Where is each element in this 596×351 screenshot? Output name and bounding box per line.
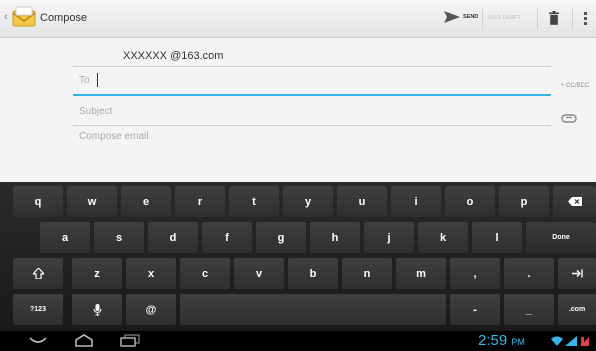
overflow-menu-icon[interactable]	[584, 12, 587, 25]
text-cursor	[97, 73, 98, 87]
soft-keyboard: q w e r t y u i o p a s d f g h j k l Do…	[0, 182, 596, 331]
tab-icon	[571, 269, 583, 278]
save-draft-button[interactable]: SAVE DRAFT	[487, 15, 521, 21]
from-account[interactable]: XXXXXX @163.com	[123, 50, 223, 62]
key-f[interactable]: f	[202, 222, 252, 253]
key-u[interactable]: u	[337, 186, 387, 217]
key-p[interactable]: p	[499, 186, 549, 217]
send-button[interactable]: SEND	[444, 11, 478, 23]
key-c[interactable]: c	[180, 258, 230, 289]
email-app-icon[interactable]	[11, 5, 37, 31]
divider	[482, 8, 483, 30]
key-l[interactable]: l	[472, 222, 522, 253]
clock: 2:59 PM	[478, 332, 525, 349]
key-q[interactable]: q	[13, 186, 63, 217]
space-key[interactable]	[180, 294, 446, 325]
to-field-underline	[73, 94, 551, 96]
up-caret-icon[interactable]: ‹	[4, 11, 8, 23]
at-key[interactable]: @	[126, 294, 176, 325]
dash-key[interactable]: -	[450, 294, 500, 325]
signal-icon	[565, 336, 577, 346]
key-v[interactable]: v	[234, 258, 284, 289]
key-m[interactable]: m	[396, 258, 446, 289]
shift-key[interactable]	[13, 258, 63, 289]
cc-bcc-button[interactable]: + CC/BCC	[561, 83, 589, 89]
key-y[interactable]: y	[283, 186, 333, 217]
subject-field[interactable]: Subject	[79, 106, 112, 117]
key-a[interactable]: a	[40, 222, 90, 253]
back-icon[interactable]	[28, 334, 48, 346]
key-period[interactable]: .	[504, 258, 554, 289]
divider	[572, 8, 573, 30]
send-icon	[444, 11, 460, 23]
recent-apps-icon[interactable]	[120, 334, 140, 347]
system-bar: 2:59 PM	[0, 331, 596, 351]
send-label: SEND	[463, 14, 479, 20]
key-g[interactable]: g	[256, 222, 306, 253]
divider	[73, 125, 551, 126]
backspace-key[interactable]	[553, 186, 596, 217]
key-n[interactable]: n	[342, 258, 392, 289]
trash-icon[interactable]	[549, 11, 559, 25]
key-j[interactable]: j	[364, 222, 414, 253]
screen-title: Compose	[40, 12, 88, 24]
underscore-key[interactable]: _	[504, 294, 554, 325]
done-key[interactable]: Done	[526, 222, 596, 253]
symbols-key[interactable]: ?123	[13, 294, 63, 325]
action-bar: ‹ Compose SEND SAVE DRAFT	[0, 0, 596, 38]
key-o[interactable]: o	[445, 186, 495, 217]
tab-key[interactable]	[558, 258, 596, 289]
dotcom-key[interactable]: .com	[558, 294, 596, 325]
key-x[interactable]: x	[126, 258, 176, 289]
key-t[interactable]: t	[229, 186, 279, 217]
voice-input-key[interactable]	[72, 294, 122, 325]
key-k[interactable]: k	[418, 222, 468, 253]
key-r[interactable]: r	[175, 186, 225, 217]
compose-body-field[interactable]: Compose email	[79, 131, 148, 142]
to-label: To	[79, 75, 90, 86]
to-field[interactable]: To	[73, 68, 551, 96]
key-e[interactable]: e	[121, 186, 171, 217]
key-w[interactable]: w	[67, 186, 117, 217]
divider	[73, 66, 551, 67]
battery-icon	[580, 337, 589, 346]
key-h[interactable]: h	[310, 222, 360, 253]
key-b[interactable]: b	[288, 258, 338, 289]
key-z[interactable]: z	[72, 258, 122, 289]
key-d[interactable]: d	[148, 222, 198, 253]
shift-icon	[32, 268, 44, 279]
home-icon[interactable]	[74, 334, 94, 347]
attach-icon[interactable]	[561, 114, 577, 123]
key-s[interactable]: s	[94, 222, 144, 253]
key-comma[interactable]: ,	[450, 258, 500, 289]
wifi-icon	[551, 336, 563, 346]
key-i[interactable]: i	[391, 186, 441, 217]
backspace-icon	[567, 197, 582, 206]
divider	[537, 8, 538, 30]
microphone-icon	[93, 303, 101, 315]
